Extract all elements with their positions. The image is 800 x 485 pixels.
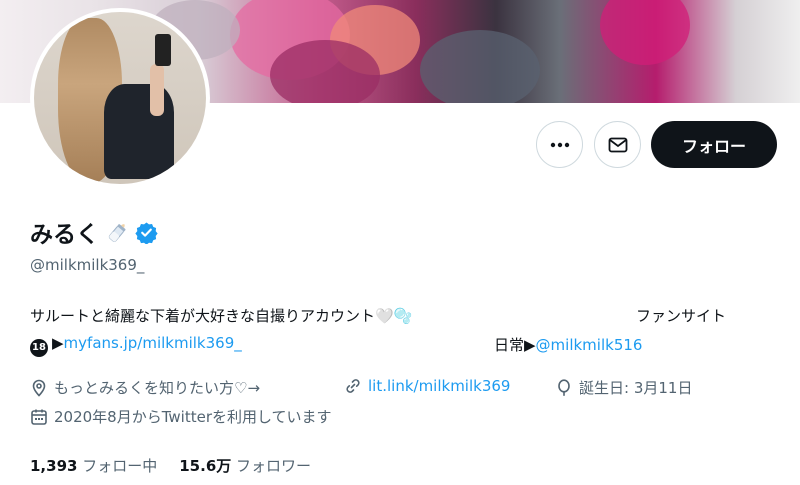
bio-fansite-label: ファンサイト	[636, 307, 727, 325]
bio-daily-label: 日常▶	[494, 336, 536, 354]
bio-line-2: 18 ▶myfans.jp/milkmilk369_	[30, 334, 242, 357]
followers-link[interactable]: 15.6万 フォロワー	[179, 455, 311, 476]
bio-arrow: ▶	[52, 334, 64, 352]
more-icon	[550, 142, 569, 147]
username-handle: @milkmilk369_	[30, 256, 145, 274]
baby-bottle-icon	[108, 224, 126, 242]
followers-count: 15.6万	[179, 457, 232, 475]
r18-icon: 18	[30, 338, 48, 357]
birthday-item: 誕生日: 3月11日	[555, 377, 692, 398]
bio-line-1: サルートと綺麗な下着が大好きな自撮りアカウント🤍🫧	[30, 305, 412, 326]
profile-avatar[interactable]	[30, 8, 210, 188]
balloon-icon	[558, 378, 570, 396]
birthday-text: 誕生日: 3月11日	[579, 379, 693, 397]
profile-name-row: みるく	[30, 215, 158, 249]
avatar-photo	[34, 12, 206, 184]
joined-item: 2020年8月からTwitterを利用しています	[30, 406, 332, 427]
website-item[interactable]: lit.link/milkmilk369	[344, 377, 510, 395]
more-button[interactable]	[536, 121, 583, 168]
message-button[interactable]	[594, 121, 641, 168]
verified-badge-icon[interactable]	[135, 221, 158, 244]
calendar-icon	[31, 409, 47, 425]
link-icon	[346, 379, 360, 393]
bio-daily-account: 日常▶@milkmilk516	[494, 334, 642, 355]
following-label: フォロー中	[82, 457, 158, 475]
myfans-link[interactable]: myfans.jp/milkmilk369_	[64, 334, 242, 352]
follow-button[interactable]: フォロー	[651, 121, 777, 168]
followers-label: フォロワー	[236, 457, 312, 475]
following-count: 1,393	[30, 457, 78, 475]
follow-stats: 1,393 フォロー中 15.6万 フォロワー	[30, 455, 311, 476]
bio-text: サルートと綺麗な下着が大好きな自撮りアカウント🤍🫧	[30, 307, 413, 325]
daily-account-link[interactable]: @milkmilk516	[536, 336, 643, 354]
website-link[interactable]: lit.link/milkmilk369	[368, 377, 510, 395]
location-icon	[32, 379, 46, 397]
joined-text: 2020年8月からTwitterを利用しています	[54, 408, 332, 426]
location-text: もっとみるくを知りたい方♡→	[54, 379, 261, 397]
mail-icon	[608, 137, 627, 152]
display-name: みるく	[30, 222, 99, 248]
location-item: もっとみるくを知りたい方♡→	[30, 377, 260, 398]
following-link[interactable]: 1,393 フォロー中	[30, 455, 157, 476]
